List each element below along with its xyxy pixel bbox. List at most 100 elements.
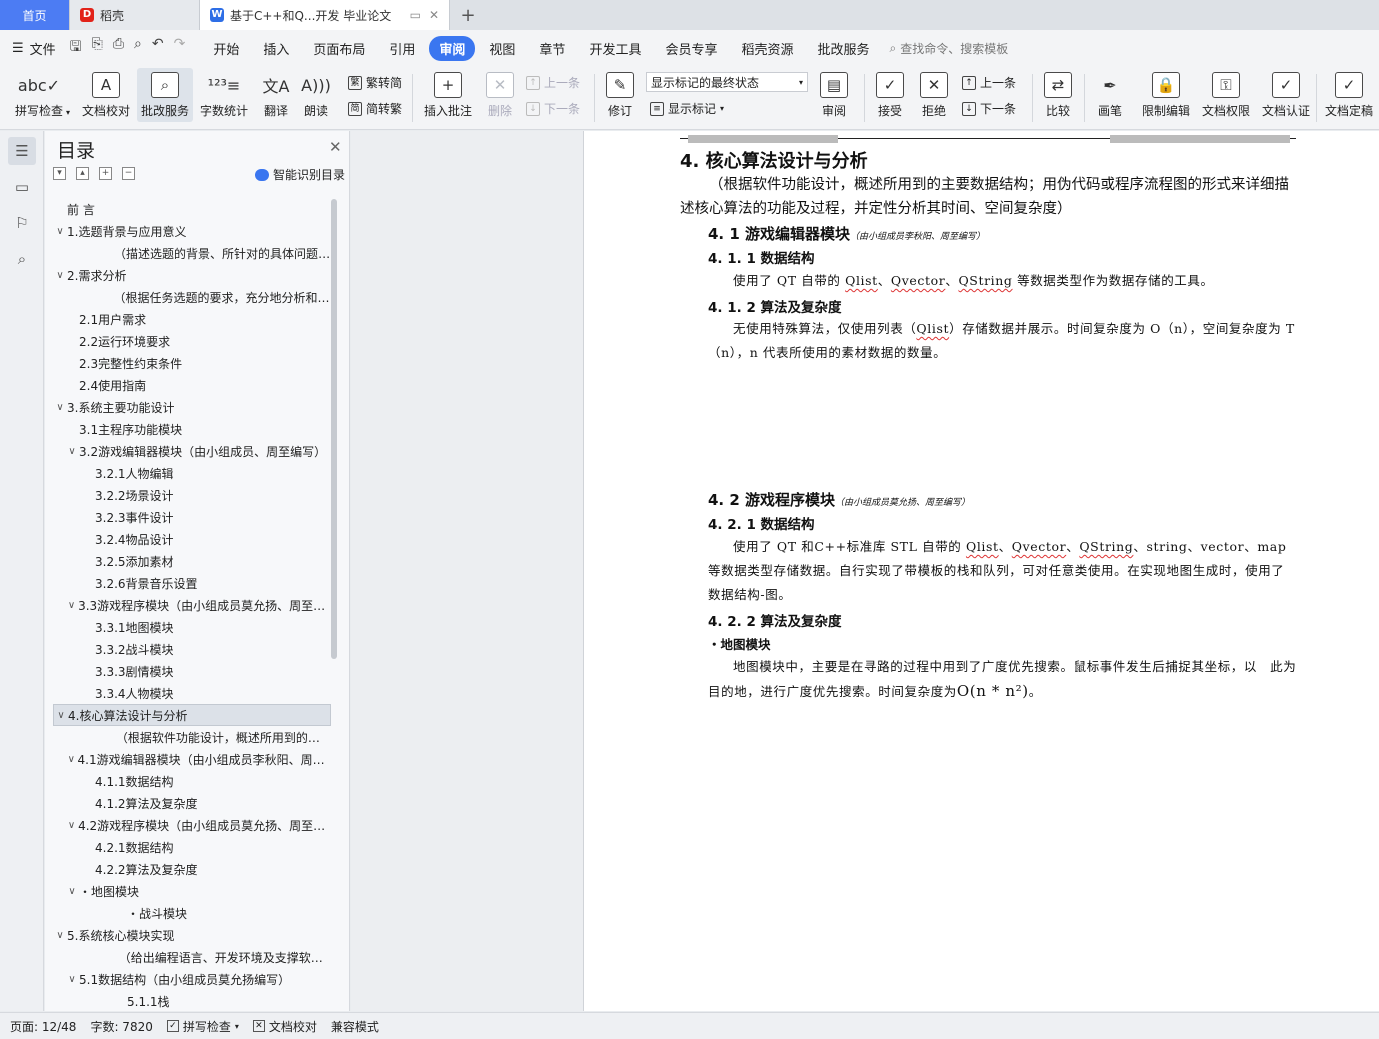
chevron-down-icon[interactable]: ∨ [65, 820, 78, 831]
toc-item[interactable]: 3.3.1地图模块 [53, 616, 331, 638]
translate-button[interactable]: 文A 翻译 [256, 68, 296, 119]
chevron-down-icon[interactable]: ∨ [54, 710, 68, 721]
toc-item[interactable]: ∨ 4.核心算法设计与分析 [53, 704, 331, 726]
trad-to-simp-button[interactable]: 繁繁转简 [348, 74, 402, 91]
new-tab-button[interactable]: + [450, 0, 486, 30]
accept-change-button[interactable]: ✓ 接受 [870, 68, 910, 119]
next-change-button[interactable]: ↓ 下一条 [962, 100, 1016, 117]
toc-item[interactable]: 2.3完整性约束条件 [53, 352, 331, 374]
spell-check-button[interactable]: abc✓ 拼写检查 ▾ [8, 68, 70, 119]
menu-tab-10[interactable]: 批改服务 [807, 36, 879, 61]
collapse-all-icon[interactable]: ▴ [76, 167, 89, 180]
print-icon[interactable]: ⎙ [113, 36, 124, 60]
menu-tab-4[interactable]: 审阅 [429, 35, 476, 61]
toc-item[interactable]: （根据软件功能设计，概述所用到的主要数据结构） [53, 726, 331, 748]
toc-item[interactable]: 4.2.2算法及复杂度 [53, 858, 331, 880]
simp-to-trad-button[interactable]: 简简转繁 [348, 100, 402, 117]
chevron-down-icon[interactable]: ∨ [65, 600, 78, 611]
close-icon[interactable]: ✕ [429, 8, 439, 22]
file-menu[interactable]: ☰ 文件 [12, 39, 56, 58]
redo-icon[interactable]: ↷ [174, 36, 186, 60]
insert-comment-button[interactable]: + 插入批注 [420, 68, 476, 119]
menu-tab-2[interactable]: 页面布局 [303, 36, 375, 61]
toc-scrollbar[interactable] [331, 199, 337, 659]
doc-certify-button[interactable]: ✓ 文档认证 [1258, 68, 1314, 119]
chevron-down-icon[interactable]: ∨ [65, 446, 79, 457]
menu-tab-1[interactable]: 插入 [253, 36, 299, 61]
pin-icon[interactable]: ▭ [410, 8, 421, 22]
add-level-icon[interactable]: + [99, 167, 112, 180]
toc-item[interactable]: ∨ ・地图模块 [53, 880, 331, 902]
show-markup-button[interactable]: ≡ 显示标记 ▾ [650, 100, 724, 117]
menu-tab-7[interactable]: 开发工具 [579, 36, 651, 61]
toc-item[interactable]: ∨ 3.3游戏程序模块（由小组成员莫允扬、周至编写） [53, 594, 331, 616]
tab-daoke[interactable]: D 稻壳 [70, 0, 200, 30]
doc-proof-button[interactable]: A 文档校对 [78, 68, 134, 119]
chevron-down-icon[interactable]: ∨ [65, 974, 79, 985]
toc-item[interactable]: ・战斗模块 [53, 902, 331, 924]
toc-item[interactable]: 5.1.1栈 [53, 990, 331, 1012]
toc-item[interactable]: 4.1.1数据结构 [53, 770, 331, 792]
export-icon[interactable]: ⎘ [92, 36, 103, 60]
save-icon[interactable]: 🖫 [70, 36, 82, 60]
document-page[interactable]: 4. 核心算法设计与分析 （根据软件功能设计，概述所用到的主要数据结构；用伪代码… [583, 131, 1379, 1011]
status-spell-check[interactable]: ✓ 拼写检查 ▾ [166, 1018, 239, 1035]
menu-tab-5[interactable]: 视图 [479, 36, 525, 61]
search-icon[interactable]: ⌕ [8, 245, 36, 273]
expand-all-icon[interactable]: ▾ [53, 167, 66, 180]
toc-item[interactable]: ∨ 5.1数据结构（由小组成员莫允扬编写） [53, 968, 331, 990]
remove-level-icon[interactable]: − [122, 167, 135, 180]
toc-item[interactable]: （给出编程语言、开发环境及支撑软件） [53, 946, 331, 968]
markup-state-select[interactable]: 显示标记的最终状态 ▾ [646, 72, 808, 92]
toc-item[interactable]: 3.3.2战斗模块 [53, 638, 331, 660]
toc-item[interactable]: 3.2.6背景音乐设置 [53, 572, 331, 594]
review-pane-button[interactable]: ▤ 审阅 [814, 68, 854, 119]
toc-item[interactable]: 3.2.5添加素材 [53, 550, 331, 572]
toc-item[interactable]: （描述选题的背景、所针对的具体问题、应用意义及开发目标） [53, 242, 331, 264]
chevron-down-icon[interactable]: ∨ [53, 402, 67, 413]
undo-icon[interactable]: ↶ [152, 36, 164, 60]
toc-item[interactable]: ∨ 1.选题背景与应用意义 [53, 220, 331, 242]
menu-tab-6[interactable]: 章节 [529, 36, 575, 61]
toc-item[interactable]: 2.2运行环境要求 [53, 330, 331, 352]
menu-tab-3[interactable]: 引用 [379, 36, 425, 61]
reject-change-button[interactable]: ✕ 拒绝 [914, 68, 954, 119]
toc-item[interactable]: 3.3.4人物模块 [53, 682, 331, 704]
toc-item[interactable]: ∨4.1游戏编辑器模块（由小组成员李秋阳、周至编写） [53, 748, 331, 770]
chevron-down-icon[interactable]: ∨ [53, 270, 67, 281]
toc-item[interactable]: 2.4使用指南 [53, 374, 331, 396]
menu-tab-0[interactable]: 开始 [203, 36, 249, 61]
toc-item[interactable]: 3.1主程序功能模块 [53, 418, 331, 440]
print-preview-icon[interactable]: ⌕ [134, 36, 142, 60]
delete-comment-button[interactable]: ✕ 删除 [480, 68, 520, 119]
tab-document[interactable]: W 基于C++和Q...开发 毕业论文 ▭ ✕ [200, 0, 450, 30]
word-count-indicator[interactable]: 字数: 7820 [90, 1018, 152, 1035]
page-indicator[interactable]: 页面: 12/48 [10, 1018, 76, 1035]
prev-comment-button[interactable]: ↑ 上一条 [526, 74, 580, 91]
next-comment-button[interactable]: ↓ 下一条 [526, 100, 580, 117]
toc-item[interactable]: ∨ 4.2游戏程序模块（由小组成员莫允扬、周至编写） [53, 814, 331, 836]
menu-tab-8[interactable]: 会员专享 [655, 36, 727, 61]
toc-item[interactable]: 3.2.2场景设计 [53, 484, 331, 506]
toc-item[interactable]: 4.2.1数据结构 [53, 836, 331, 858]
doc-rights-button[interactable]: ⚿ 文档权限 [1198, 68, 1254, 119]
chapter-nav-icon[interactable]: ▭ [8, 173, 36, 201]
chevron-down-icon[interactable]: ∨ [65, 886, 79, 897]
toc-item[interactable]: （根据任务选题的要求，充分地分析和理解问题，描述系统的需求） [53, 286, 331, 308]
tab-home[interactable]: 首页 [0, 0, 70, 30]
chevron-down-icon[interactable]: ∨ [53, 930, 67, 941]
command-search[interactable]: ⌕ 查找命令、搜索模板 [890, 40, 1009, 57]
toc-panel-icon[interactable]: ☰ [8, 137, 36, 165]
read-aloud-button[interactable]: A))) 朗读 [298, 68, 334, 119]
chevron-down-icon[interactable]: ∨ [65, 754, 78, 765]
smart-toc-button[interactable]: 智能识别目录 [255, 166, 345, 183]
toc-item[interactable]: ∨ 2.需求分析 [53, 264, 331, 286]
correction-service-button[interactable]: ⌕ 批改服务 [137, 68, 193, 122]
toc-item[interactable]: ∨ 3.2游戏编辑器模块（由小组成员、周至编写） [53, 440, 331, 462]
word-count-button[interactable]: ¹²³≡ 字数统计 [196, 68, 252, 119]
toc-item[interactable]: 3.2.4物品设计 [53, 528, 331, 550]
toc-item[interactable]: 3.2.1人物编辑 [53, 462, 331, 484]
restrict-editing-button[interactable]: 🔒 限制编辑 [1138, 68, 1194, 119]
close-icon[interactable]: ✕ [329, 138, 342, 156]
toc-item[interactable]: 前 言 [53, 198, 331, 220]
